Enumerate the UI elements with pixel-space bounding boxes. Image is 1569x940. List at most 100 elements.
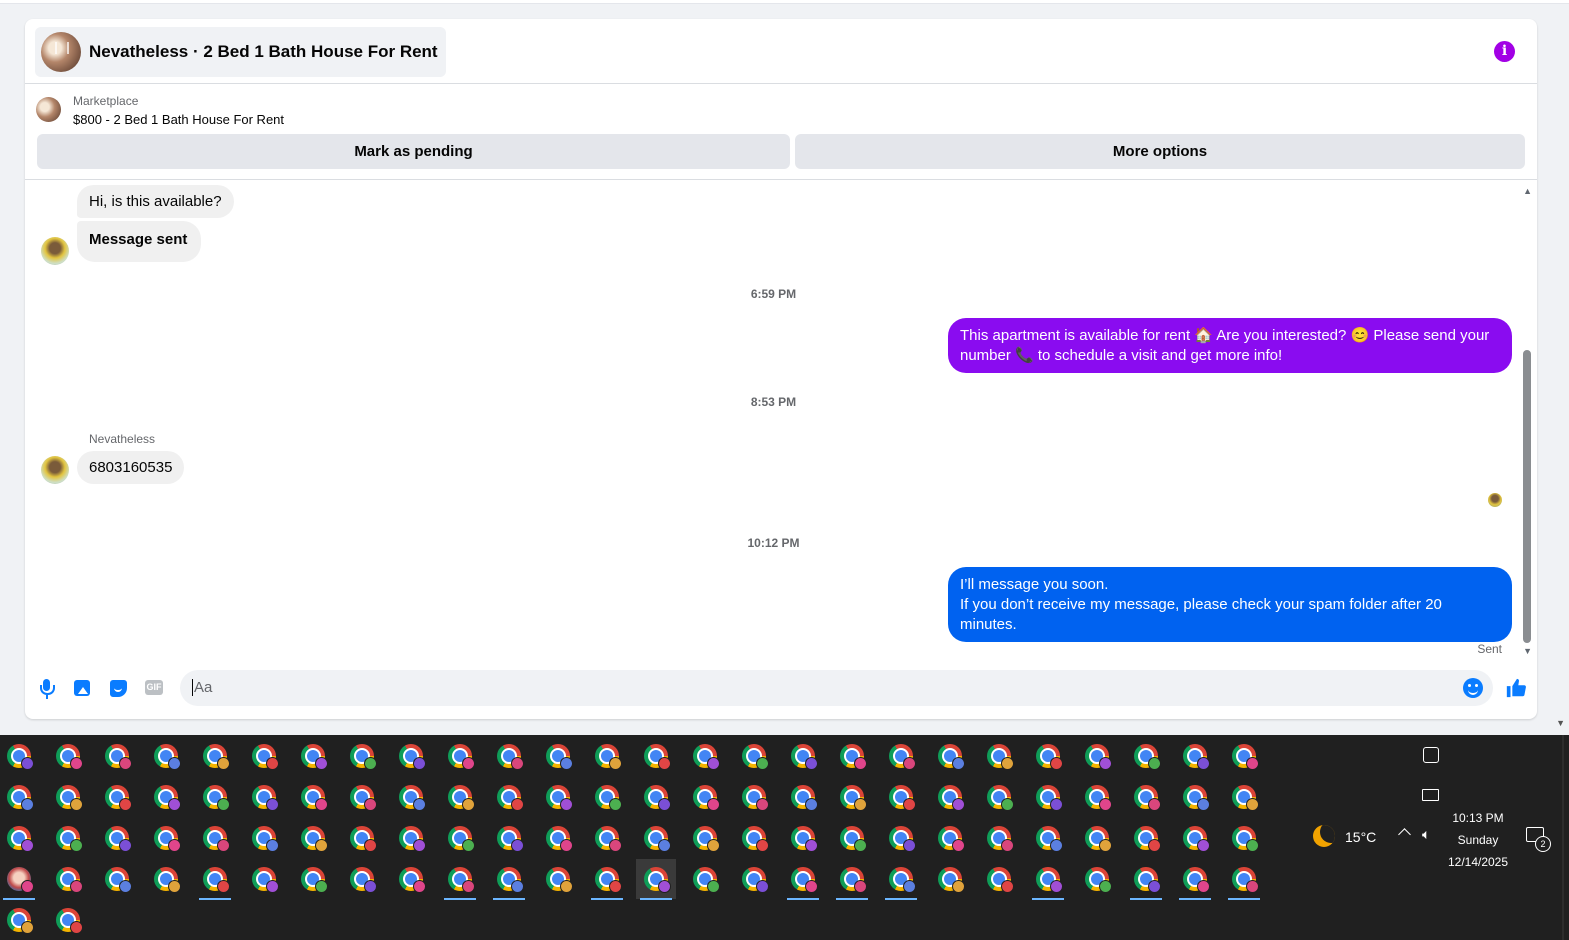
gif-icon[interactable]: GIF (145, 678, 165, 698)
taskbar-clock[interactable]: 10:13 PM Sunday 12/14/2025 (1440, 807, 1516, 873)
chrome-taskbar-icon[interactable] (97, 777, 137, 817)
chrome-taskbar-icon[interactable] (1224, 818, 1264, 858)
chrome-taskbar-icon[interactable] (783, 777, 823, 817)
chrome-taskbar-icon[interactable] (979, 818, 1019, 858)
outgoing-message[interactable]: This apartment is available for rent 🏠 A… (948, 318, 1512, 373)
chrome-taskbar-icon[interactable] (1077, 818, 1117, 858)
scroll-up-arrow-icon[interactable]: ▲ (1523, 186, 1532, 196)
weather-temperature[interactable]: 15°C (1345, 829, 1376, 845)
chrome-taskbar-icon[interactable] (783, 736, 823, 776)
scroll-thumb[interactable] (1523, 350, 1531, 643)
meet-now-icon[interactable] (1423, 747, 1439, 763)
chrome-taskbar-icon[interactable] (1175, 859, 1215, 900)
chrome-taskbar-icon[interactable] (881, 859, 921, 900)
chrome-taskbar-icon[interactable] (440, 818, 480, 858)
chrome-taskbar-icon[interactable] (146, 818, 186, 858)
chrome-taskbar-icon[interactable] (1224, 859, 1264, 900)
scroll-down-arrow-icon[interactable]: ▼ (1523, 646, 1532, 656)
chrome-taskbar-icon[interactable] (1028, 818, 1068, 858)
chrome-taskbar-icon[interactable] (244, 818, 284, 858)
chrome-taskbar-icon[interactable] (636, 859, 676, 900)
incoming-message[interactable]: Hi, is this available? (77, 185, 234, 218)
chrome-taskbar-icon[interactable] (195, 736, 235, 776)
conversation-title-button[interactable]: Nevatheless · 2 Bed 1 Bath House For Ren… (35, 27, 446, 77)
chrome-taskbar-icon[interactable] (881, 818, 921, 858)
chrome-taskbar-icon[interactable] (293, 818, 333, 858)
chrome-taskbar-icon[interactable] (0, 736, 39, 776)
chrome-taskbar-icon[interactable] (1126, 777, 1166, 817)
chrome-taskbar-icon[interactable] (930, 777, 970, 817)
chrome-taskbar-icon[interactable] (0, 900, 39, 940)
chrome-taskbar-icon[interactable] (489, 736, 529, 776)
show-desktop-edge[interactable] (1562, 735, 1564, 940)
chrome-taskbar-icon[interactable] (832, 859, 872, 900)
more-options-button[interactable]: More options (795, 134, 1525, 169)
chrome-taskbar-icon[interactable] (1028, 736, 1068, 776)
chrome-taskbar-icon[interactable] (1126, 859, 1166, 900)
sticker-icon[interactable] (109, 678, 129, 698)
chrome-taskbar-icon[interactable] (1126, 736, 1166, 776)
chrome-taskbar-icon[interactable] (489, 818, 529, 858)
chrome-taskbar-icon[interactable] (685, 818, 725, 858)
chrome-taskbar-icon[interactable] (1224, 777, 1264, 817)
chrome-taskbar-icon[interactable] (538, 818, 578, 858)
chrome-taskbar-icon[interactable] (734, 859, 774, 899)
chrome-taskbar-icon[interactable] (440, 736, 480, 776)
chrome-taskbar-icon[interactable] (48, 736, 88, 776)
incoming-message[interactable]: 6803160535 (77, 451, 185, 484)
show-hidden-icons-chevron-icon[interactable] (1398, 828, 1411, 841)
chrome-taskbar-icon[interactable] (146, 777, 186, 817)
chrome-taskbar-icon[interactable] (293, 736, 333, 776)
chrome-taskbar-icon[interactable] (636, 736, 676, 776)
chrome-taskbar-icon[interactable] (538, 736, 578, 776)
chrome-taskbar-icon[interactable] (391, 777, 431, 817)
chrome-taskbar-icon[interactable] (48, 859, 88, 899)
chrome-taskbar-icon[interactable] (1175, 777, 1215, 817)
chrome-taskbar-icon[interactable] (342, 818, 382, 858)
chrome-taskbar-icon[interactable] (881, 736, 921, 776)
chrome-taskbar-icon[interactable] (440, 859, 480, 900)
chrome-taskbar-icon[interactable] (636, 818, 676, 858)
chrome-taskbar-icon[interactable] (489, 777, 529, 817)
chrome-taskbar-icon[interactable] (734, 777, 774, 817)
chrome-taskbar-icon[interactable] (783, 818, 823, 858)
chrome-taskbar-icon[interactable] (685, 777, 725, 817)
chrome-taskbar-icon[interactable] (734, 736, 774, 776)
chrome-taskbar-icon[interactable] (1175, 818, 1215, 858)
incoming-message[interactable]: Message sent (77, 221, 202, 262)
chrome-taskbar-icon[interactable] (48, 900, 88, 940)
chrome-taskbar-icon[interactable] (587, 736, 627, 776)
chrome-taskbar-icon[interactable] (979, 859, 1019, 899)
chrome-taskbar-icon[interactable] (293, 777, 333, 817)
chrome-taskbar-icon[interactable] (244, 859, 284, 899)
chrome-taskbar-icon[interactable] (391, 736, 431, 776)
mark-as-pending-button[interactable]: Mark as pending (37, 134, 790, 169)
chrome-taskbar-icon[interactable] (342, 777, 382, 817)
chrome-taskbar-icon[interactable] (587, 859, 627, 900)
chrome-taskbar-icon[interactable] (195, 859, 235, 900)
chrome-taskbar-icon[interactable] (146, 736, 186, 776)
chrome-taskbar-icon[interactable] (538, 859, 578, 899)
chrome-taskbar-icon[interactable] (1028, 859, 1068, 900)
chrome-taskbar-icon[interactable] (538, 777, 578, 817)
chrome-taskbar-icon[interactable] (587, 818, 627, 858)
chrome-taskbar-icon[interactable] (636, 777, 676, 817)
chrome-taskbar-icon[interactable] (832, 777, 872, 817)
chrome-taskbar-icon[interactable] (48, 777, 88, 817)
chrome-taskbar-icon[interactable] (97, 818, 137, 858)
chrome-taskbar-icon[interactable] (146, 859, 186, 899)
chrome-taskbar-icon[interactable] (1126, 818, 1166, 858)
chrome-taskbar-icon[interactable] (0, 777, 39, 817)
photo-icon[interactable] (73, 678, 93, 698)
chrome-taskbar-icon[interactable] (930, 859, 970, 899)
app-taskbar-icon[interactable] (0, 859, 39, 900)
chrome-taskbar-icon[interactable] (97, 736, 137, 776)
chrome-taskbar-icon[interactable] (342, 736, 382, 776)
chrome-taskbar-icon[interactable] (587, 777, 627, 817)
chrome-taskbar-icon[interactable] (342, 859, 382, 899)
chrome-taskbar-icon[interactable] (195, 777, 235, 817)
display-icon[interactable] (1422, 789, 1439, 801)
chrome-taskbar-icon[interactable] (391, 818, 431, 858)
chrome-taskbar-icon[interactable] (832, 818, 872, 858)
microphone-icon[interactable] (37, 678, 57, 699)
